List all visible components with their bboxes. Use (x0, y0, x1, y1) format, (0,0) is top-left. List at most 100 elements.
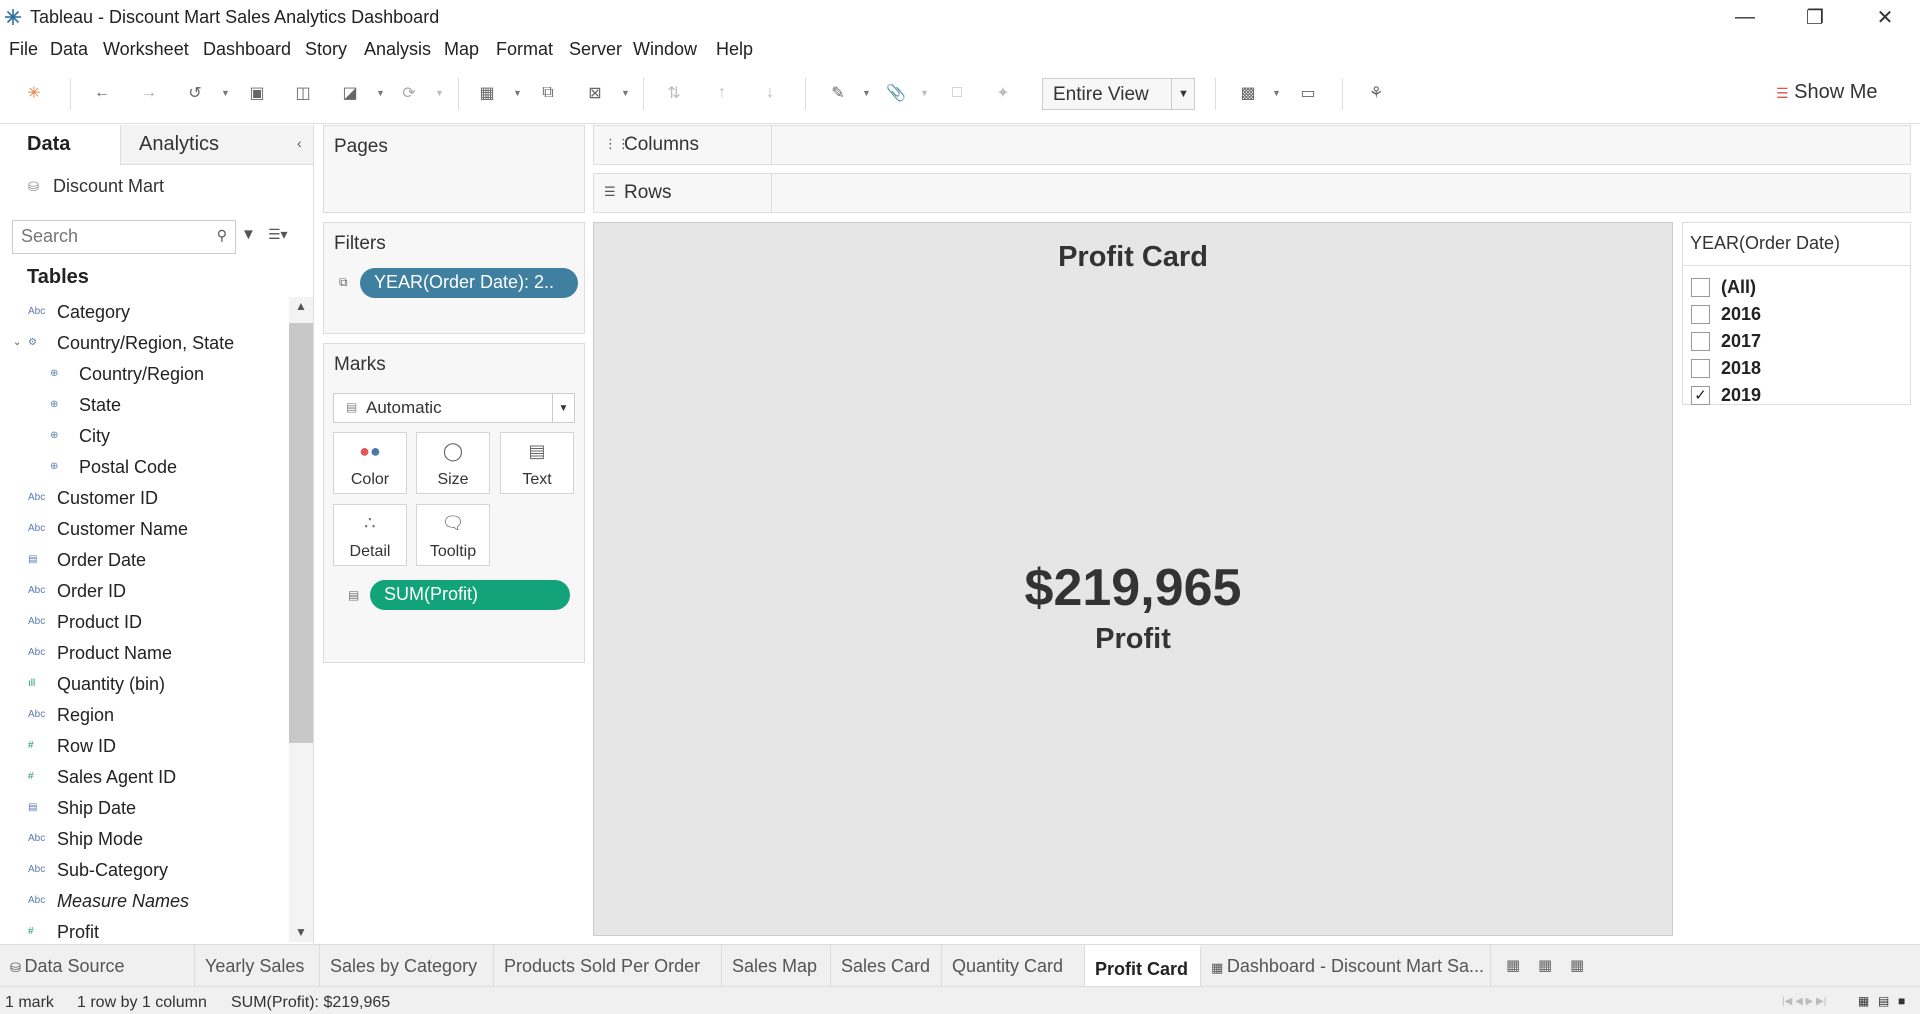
fit-dropdown[interactable]: Entire View ▼ (1042, 78, 1195, 110)
field-item[interactable]: ⊕ Postal Code (0, 452, 290, 483)
sheet-tab[interactable]: Yearly Sales (195, 945, 320, 987)
year-option[interactable]: (All) (1691, 276, 1901, 300)
field-item[interactable]: # Sales Agent ID (0, 762, 290, 793)
menu-worksheet[interactable]: Worksheet (103, 39, 189, 60)
save-icon[interactable]: ▣ (245, 81, 269, 105)
menu-map[interactable]: Map (444, 39, 479, 60)
field-item[interactable]: Abc Order ID (0, 576, 290, 607)
presentation-mode-icon[interactable]: ▭ (1296, 81, 1320, 105)
sheet-tab[interactable]: ▦ Dashboard - Discount Mart Sa... (1201, 945, 1491, 987)
chevron-down-icon[interactable]: ▼ (435, 88, 444, 98)
refresh-icon[interactable]: ⟳ (397, 81, 421, 105)
new-datasource-icon[interactable]: ◫ (291, 81, 315, 105)
pages-card[interactable]: Pages (323, 125, 585, 213)
scroll-up-icon[interactable]: ▲ (295, 299, 307, 313)
field-item[interactable]: ıll Quantity (bin) (0, 669, 290, 700)
menu-dashboard[interactable]: Dashboard (203, 39, 291, 60)
columns-shelf[interactable]: ⋮⋮ Columns (593, 125, 1911, 165)
chevron-down-icon[interactable]: ▼ (376, 88, 385, 98)
field-item[interactable]: ▤ Order Date (0, 545, 290, 576)
size-button[interactable]: ◯ Size (416, 432, 490, 494)
field-item[interactable]: Abc Ship Mode (0, 824, 290, 855)
chevron-down-icon[interactable]: ▼ (621, 88, 630, 98)
menu-help[interactable]: Help (716, 39, 753, 60)
new-worksheet-tab-icon[interactable]: ▦ (1506, 956, 1520, 974)
close-button[interactable]: ✕ (1850, 0, 1920, 34)
field-item[interactable]: # Row ID (0, 731, 290, 762)
collapse-icon[interactable]: ‹ (297, 135, 302, 151)
scroll-thumb[interactable] (289, 323, 313, 743)
undo-icon[interactable]: ← (90, 81, 114, 105)
datasource-name[interactable]: Discount Mart (53, 176, 164, 197)
filter-pill-year[interactable]: YEAR(Order Date): 2.. (360, 268, 578, 298)
new-dashboard-tab-icon[interactable]: ▦ (1538, 956, 1552, 974)
menu-server[interactable]: Server (569, 39, 622, 60)
tabs-view-icon[interactable]: ■ (1898, 994, 1905, 1008)
replay-icon[interactable]: ↺ (183, 81, 207, 105)
menu-story[interactable]: Story (305, 39, 347, 60)
show-cards-icon[interactable]: ▩ (1236, 81, 1260, 105)
duplicate-sheet-icon[interactable]: ⧉ (536, 81, 560, 105)
tab-analytics[interactable]: Analytics ‹ (120, 125, 313, 165)
menu-format[interactable]: Format (496, 39, 553, 60)
field-item[interactable]: ⊕ State (0, 390, 290, 421)
checkbox[interactable] (1691, 332, 1710, 351)
sheet-tab[interactable]: ⛁ Data Source (0, 945, 195, 987)
sort-descending-icon[interactable]: ↓ (758, 81, 782, 105)
chevron-down-icon[interactable]: ▼ (1171, 79, 1195, 109)
search-field[interactable]: ⚲ (12, 220, 236, 254)
field-item[interactable]: Abc Region (0, 700, 290, 731)
sheet-tab[interactable]: Quantity Card (942, 945, 1085, 987)
sheet-nav-icon[interactable]: |◀ ◀ ▶ ▶| (1782, 996, 1826, 1007)
sheet-tab[interactable]: Profit Card (1085, 945, 1201, 987)
field-item[interactable]: ▤ Ship Date (0, 793, 290, 824)
field-item[interactable]: Abc Sub-Category (0, 855, 290, 886)
filter-icon[interactable]: ▼ (241, 226, 256, 243)
view-options-icon[interactable]: ☰▾ (268, 226, 288, 243)
checkbox[interactable] (1691, 359, 1710, 378)
filmstrip-view-icon[interactable]: ▤ (1878, 994, 1889, 1008)
sort-ascending-icon[interactable]: ↑ (710, 81, 734, 105)
field-item[interactable]: Abc Customer ID (0, 483, 290, 514)
new-worksheet-icon[interactable]: ▦ (475, 81, 499, 105)
sheet-tab[interactable]: Sales by Category (320, 945, 494, 987)
rows-shelf[interactable]: ☰ Rows (593, 173, 1911, 213)
color-button[interactable]: ●● Color (333, 432, 407, 494)
checkbox[interactable] (1691, 278, 1710, 297)
year-option[interactable]: 2018 (1691, 357, 1901, 381)
field-item[interactable]: Abc Product Name (0, 638, 290, 669)
chevron-down-icon[interactable]: ▼ (920, 88, 929, 98)
clear-sheet-icon[interactable]: ⊠ (583, 81, 607, 105)
year-option[interactable]: ✓ 2019 (1691, 384, 1901, 408)
menu-window[interactable]: Window (633, 39, 697, 60)
scroll-down-icon[interactable]: ▼ (295, 925, 307, 939)
menu-data[interactable]: Data (50, 39, 88, 60)
mark-type-dropdown[interactable]: ▤ Automatic ▼ (333, 393, 575, 423)
share-icon[interactable]: ⚘ (1364, 81, 1388, 105)
highlight-icon[interactable]: ✎ (826, 81, 850, 105)
view-canvas[interactable]: Profit Card $219,965 Profit (593, 222, 1673, 936)
group-members-icon[interactable]: 📎 (884, 81, 908, 105)
new-story-tab-icon[interactable]: ▦ (1570, 956, 1584, 974)
year-option[interactable]: 2016 (1691, 303, 1901, 327)
text-button[interactable]: ▤ Text (500, 432, 574, 494)
chevron-down-icon[interactable]: ▼ (513, 88, 522, 98)
field-item[interactable]: # Profit (0, 917, 290, 942)
kpi-value[interactable]: $219,965 (594, 558, 1672, 618)
measure-pill-profit[interactable]: SUM(Profit) (370, 580, 570, 610)
tooltip-button[interactable]: 🗨 Tooltip (416, 504, 490, 566)
field-item[interactable]: ⊕ City (0, 421, 290, 452)
chevron-down-icon[interactable]: ▼ (1272, 88, 1281, 98)
search-input[interactable] (21, 221, 201, 251)
field-item[interactable]: Abc Category (0, 297, 290, 328)
menu-analysis[interactable]: Analysis (364, 39, 431, 60)
restore-button[interactable]: ❐ (1780, 0, 1850, 34)
grid-view-icon[interactable]: ▦ (1858, 994, 1869, 1008)
menu-file[interactable]: File (9, 39, 38, 60)
fix-axes-icon[interactable]: ✦ (991, 81, 1015, 105)
swap-rows-columns-icon[interactable]: ⇅ (662, 81, 686, 105)
show-mark-labels-icon[interactable]: □ (945, 81, 969, 105)
field-item[interactable]: ⌄ ⚙ Country/Region, State (0, 328, 290, 359)
checkbox[interactable] (1691, 305, 1710, 324)
sheet-tab[interactable]: Products Sold Per Order (494, 945, 722, 987)
